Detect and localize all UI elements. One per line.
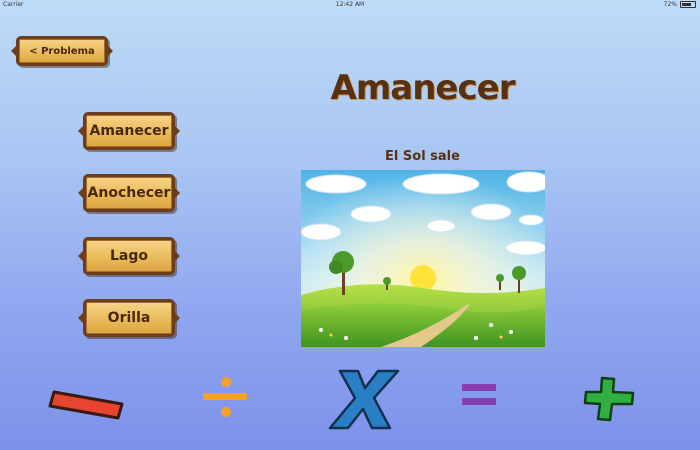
times-icon[interactable] xyxy=(328,368,400,430)
minus-icon[interactable] xyxy=(48,378,126,424)
status-bar: Carrier 12:42 AM 72% xyxy=(0,0,700,9)
divide-icon[interactable] xyxy=(200,374,250,420)
image-caption: El Sol sale xyxy=(385,149,460,164)
sidebar-item-amanecer[interactable]: Amanecer xyxy=(78,112,180,150)
sidebar-item-orilla[interactable]: Orilla xyxy=(78,299,180,337)
battery-icon xyxy=(680,1,696,8)
sidebar-item-label: Amanecer xyxy=(89,123,169,139)
back-button-label: < Problema xyxy=(29,45,95,57)
sidebar-item-label: Anochecer xyxy=(87,185,171,201)
back-problema-button[interactable]: < Problema xyxy=(11,36,113,66)
sidebar-item-lago[interactable]: Lago xyxy=(78,237,180,275)
page-title: Amanecer xyxy=(330,68,516,108)
sidebar-item-label: Orilla xyxy=(107,310,151,326)
battery-percent: 72% xyxy=(663,1,677,8)
battery-indicator: 72% xyxy=(664,0,696,9)
plus-icon[interactable] xyxy=(582,376,636,422)
equals-icon[interactable] xyxy=(460,380,498,410)
sunrise-image xyxy=(301,170,545,347)
sidebar-item-label: Lago xyxy=(109,248,148,264)
sidebar-item-anochecer[interactable]: Anochecer xyxy=(78,174,180,212)
status-time: 12:42 AM xyxy=(335,1,365,8)
